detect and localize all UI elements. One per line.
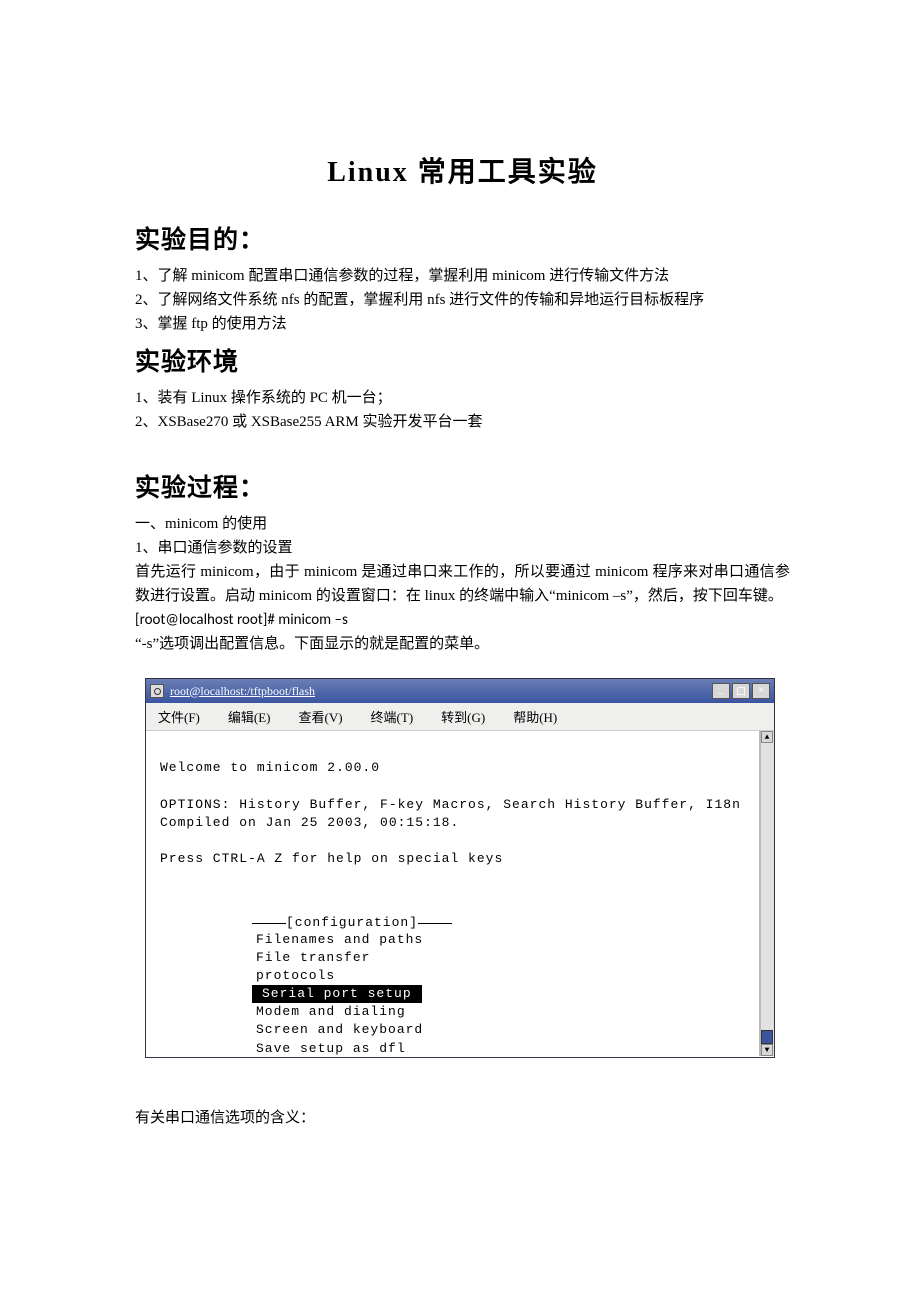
goal-item-2: 2、了解网络文件系统 nfs 的配置，掌握利用 nfs 进行文件的传输和异地运行… — [135, 288, 790, 312]
section-process-heading: 实验过程： — [135, 468, 790, 504]
welcome-line: Welcome to minicom 2.00.0 — [160, 760, 380, 775]
menu-file[interactable]: 文件(F) — [158, 707, 200, 726]
bottom-paragraph: 有关串口通信选项的含义： — [135, 1106, 790, 1130]
options-line: OPTIONS: History Buffer, F-key Macros, S… — [160, 797, 741, 812]
maximize-button[interactable]: 口 — [732, 683, 750, 699]
env-item-1: 1、装有 Linux 操作系统的 PC 机一台； — [135, 386, 790, 410]
config-item-filenames[interactable]: Filenames and paths — [252, 931, 452, 949]
section-env-heading: 实验环境 — [135, 342, 790, 378]
terminal-output: Welcome to minicom 2.00.0 OPTIONS: Histo… — [146, 731, 759, 897]
document-page: Linux 常用工具实验 实验目的： 1、了解 minicom 配置串口通信参数… — [0, 0, 920, 1302]
goal-item-3: 3、掌握 ftp 的使用方法 — [135, 312, 790, 336]
section-goal-heading: 实验目的： — [135, 220, 790, 256]
menu-edit[interactable]: 编辑(E) — [228, 707, 271, 726]
config-item-save-dfl[interactable]: Save setup as dfl — [252, 1040, 452, 1056]
scroll-up-icon[interactable]: ▲ — [761, 731, 773, 743]
config-header: [configuration] — [252, 915, 452, 931]
env-item-2: 2、XSBase270 或 XSBase255 ARM 实验开发平台一套 — [135, 410, 790, 434]
command-line: [root@localhost root]# minicom –s — [135, 608, 790, 632]
terminal-area[interactable]: Welcome to minicom 2.00.0 OPTIONS: Histo… — [146, 731, 760, 1056]
config-title: [configuration] — [252, 915, 452, 930]
menu-bar: 文件(F) 编辑(E) 查看(V) 终端(T) 转到(G) 帮助(H) — [146, 703, 774, 731]
config-menu: [configuration] Filenames and paths File… — [252, 915, 452, 1057]
paragraph-2: “-s”选项调出配置信息。下面显示的就是配置的菜单。 — [135, 632, 790, 656]
minimize-button[interactable]: _ — [712, 683, 730, 699]
window-titlebar[interactable]: root@localhost:/tftpboot/flash _ 口 × — [146, 679, 774, 703]
config-item-screen[interactable]: Screen and keyboard — [252, 1021, 452, 1039]
goal-item-1: 1、了解 minicom 配置串口通信参数的过程，掌握利用 minicom 进行… — [135, 264, 790, 288]
config-item-transfer[interactable]: File transfer protocols — [252, 949, 452, 985]
system-menu-icon[interactable] — [150, 684, 164, 698]
hint-line: Press CTRL-A Z for help on special keys — [160, 851, 503, 866]
menu-help[interactable]: 帮助(H) — [513, 707, 557, 726]
subsection-a: 一、minicom 的使用 — [135, 512, 790, 536]
compiled-line: Compiled on Jan 25 2003, 00:15:18. — [160, 815, 459, 830]
menu-terminal[interactable]: 终端(T) — [371, 707, 414, 726]
menu-view[interactable]: 查看(V) — [299, 707, 343, 726]
paragraph-1: 首先运行 minicom，由于 minicom 是通过串口来工作的，所以要通过 … — [135, 560, 790, 608]
config-item-serial[interactable]: Serial port setup — [252, 985, 422, 1003]
scrollbar[interactable]: ▲ ▼ — [760, 731, 774, 1056]
menu-go[interactable]: 转到(G) — [441, 707, 485, 726]
terminal-screenshot: root@localhost:/tftpboot/flash _ 口 × 文件(… — [145, 678, 775, 1058]
subsection-1: 1、串口通信参数的设置 — [135, 536, 790, 560]
scrollbar-thumb[interactable] — [761, 1030, 773, 1044]
window-title: root@localhost:/tftpboot/flash — [170, 684, 710, 699]
scroll-down-icon[interactable]: ▼ — [761, 1044, 773, 1056]
config-item-modem[interactable]: Modem and dialing — [252, 1003, 452, 1021]
close-button[interactable]: × — [752, 683, 770, 699]
doc-title: Linux 常用工具实验 — [135, 150, 790, 190]
